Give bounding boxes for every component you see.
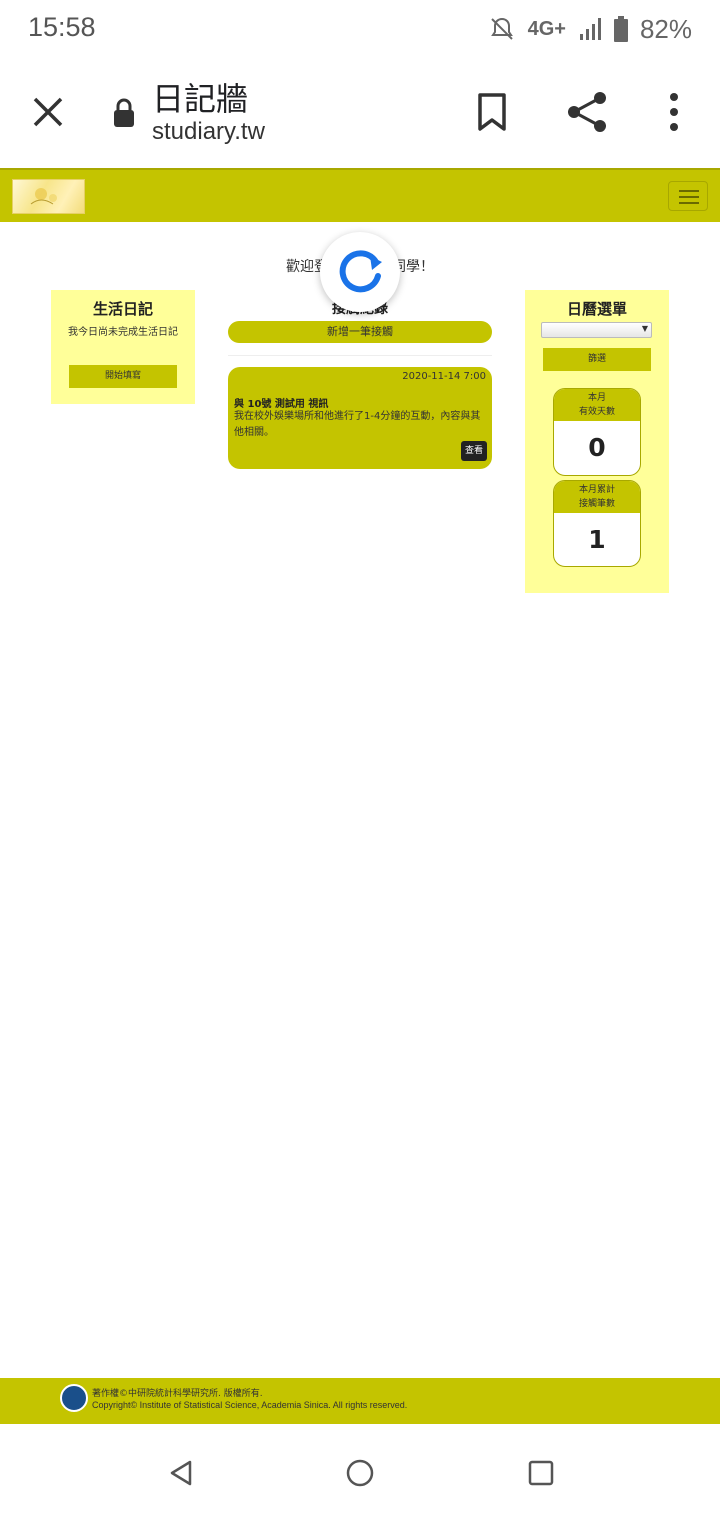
chevron-down-icon: ▼ xyxy=(641,324,648,333)
logo-graphic xyxy=(30,188,57,205)
system-nav-bar xyxy=(0,1424,720,1520)
valid-days-label: 本月 有效天數 xyxy=(554,389,640,421)
share-icon[interactable] xyxy=(566,90,610,134)
home-icon[interactable] xyxy=(345,1458,375,1488)
site-logo[interactable] xyxy=(12,179,85,214)
bookmark-icon[interactable] xyxy=(474,92,510,132)
more-options-icon[interactable] xyxy=(664,92,684,132)
calendar-title: 日曆選單 xyxy=(566,300,627,318)
loading-spinner xyxy=(320,232,400,312)
divider xyxy=(228,355,492,356)
contact-date: 2020-11-14 7:00 xyxy=(402,371,486,382)
calendar-panel: 日曆選單 ▼ 篩選 本月 有效天數 0 本月累計 接觸筆數 1 xyxy=(525,290,669,593)
copyright-zh: 著作權©中研院統計科學研究所. 版權所有. xyxy=(92,1389,263,1399)
contact-count-card: 本月累計 接觸筆數 1 xyxy=(553,480,641,567)
lock-icon xyxy=(114,98,134,127)
recents-icon[interactable] xyxy=(526,1458,556,1488)
notifications-off-icon xyxy=(490,17,513,40)
copyright-en: Copyright© Institute of Statistical Scie… xyxy=(92,1400,408,1410)
status-bar: 15:58 4G+ 82% xyxy=(0,0,720,60)
menu-toggle-button[interactable] xyxy=(668,181,708,211)
month-select[interactable]: ▼ xyxy=(541,322,652,338)
browser-toolbar: 日記牆 studiary.tw xyxy=(0,60,720,168)
filter-button[interactable]: 篩選 xyxy=(543,348,651,371)
contact-title: 與 10號 測試用 視訊 xyxy=(234,399,329,410)
contact-count-label: 本月累計 接觸筆數 xyxy=(554,481,640,513)
start-diary-button[interactable]: 開始填寫 xyxy=(69,365,177,388)
refresh-icon xyxy=(339,250,382,293)
add-contact-button[interactable]: 新增一筆接觸 xyxy=(228,321,492,343)
network-label: 4G+ xyxy=(527,17,566,40)
signal-icon xyxy=(579,18,601,40)
valid-days-value: 0 xyxy=(588,433,606,462)
close-icon[interactable] xyxy=(30,94,66,130)
view-button[interactable]: 查看 xyxy=(461,441,487,461)
status-time: 15:58 xyxy=(28,12,96,42)
status-icons: 4G+ 82% xyxy=(488,12,692,46)
life-diary-panel: 生活日記 我今日尚未完成生活日記 開始填寫 xyxy=(51,290,195,404)
contact-count-value: 1 xyxy=(588,525,606,554)
contact-card: 2020-11-14 7:00 與 10號 測試用 視訊 我在校外娛樂場所和他進… xyxy=(228,367,492,469)
institute-seal-icon xyxy=(60,1384,88,1412)
battery-icon xyxy=(613,16,628,42)
site-navbar xyxy=(0,168,720,222)
life-diary-title: 生活日記 xyxy=(92,300,153,318)
battery-percent: 82% xyxy=(639,13,692,44)
site-footer: 著作權©中研院統計科學研究所. 版權所有. Copyright© Institu… xyxy=(0,1378,720,1424)
page-title: 日記牆 xyxy=(152,80,249,118)
life-diary-status: 我今日尚未完成生活日記 xyxy=(68,327,178,338)
contact-description: 我在校外娛樂場所和他進行了1-4分鐘的互動，內容與其他相關。 xyxy=(234,411,481,438)
back-icon[interactable] xyxy=(166,1458,196,1488)
valid-days-card: 本月 有效天數 0 xyxy=(553,388,641,476)
page-url[interactable]: studiary.tw xyxy=(152,118,265,146)
